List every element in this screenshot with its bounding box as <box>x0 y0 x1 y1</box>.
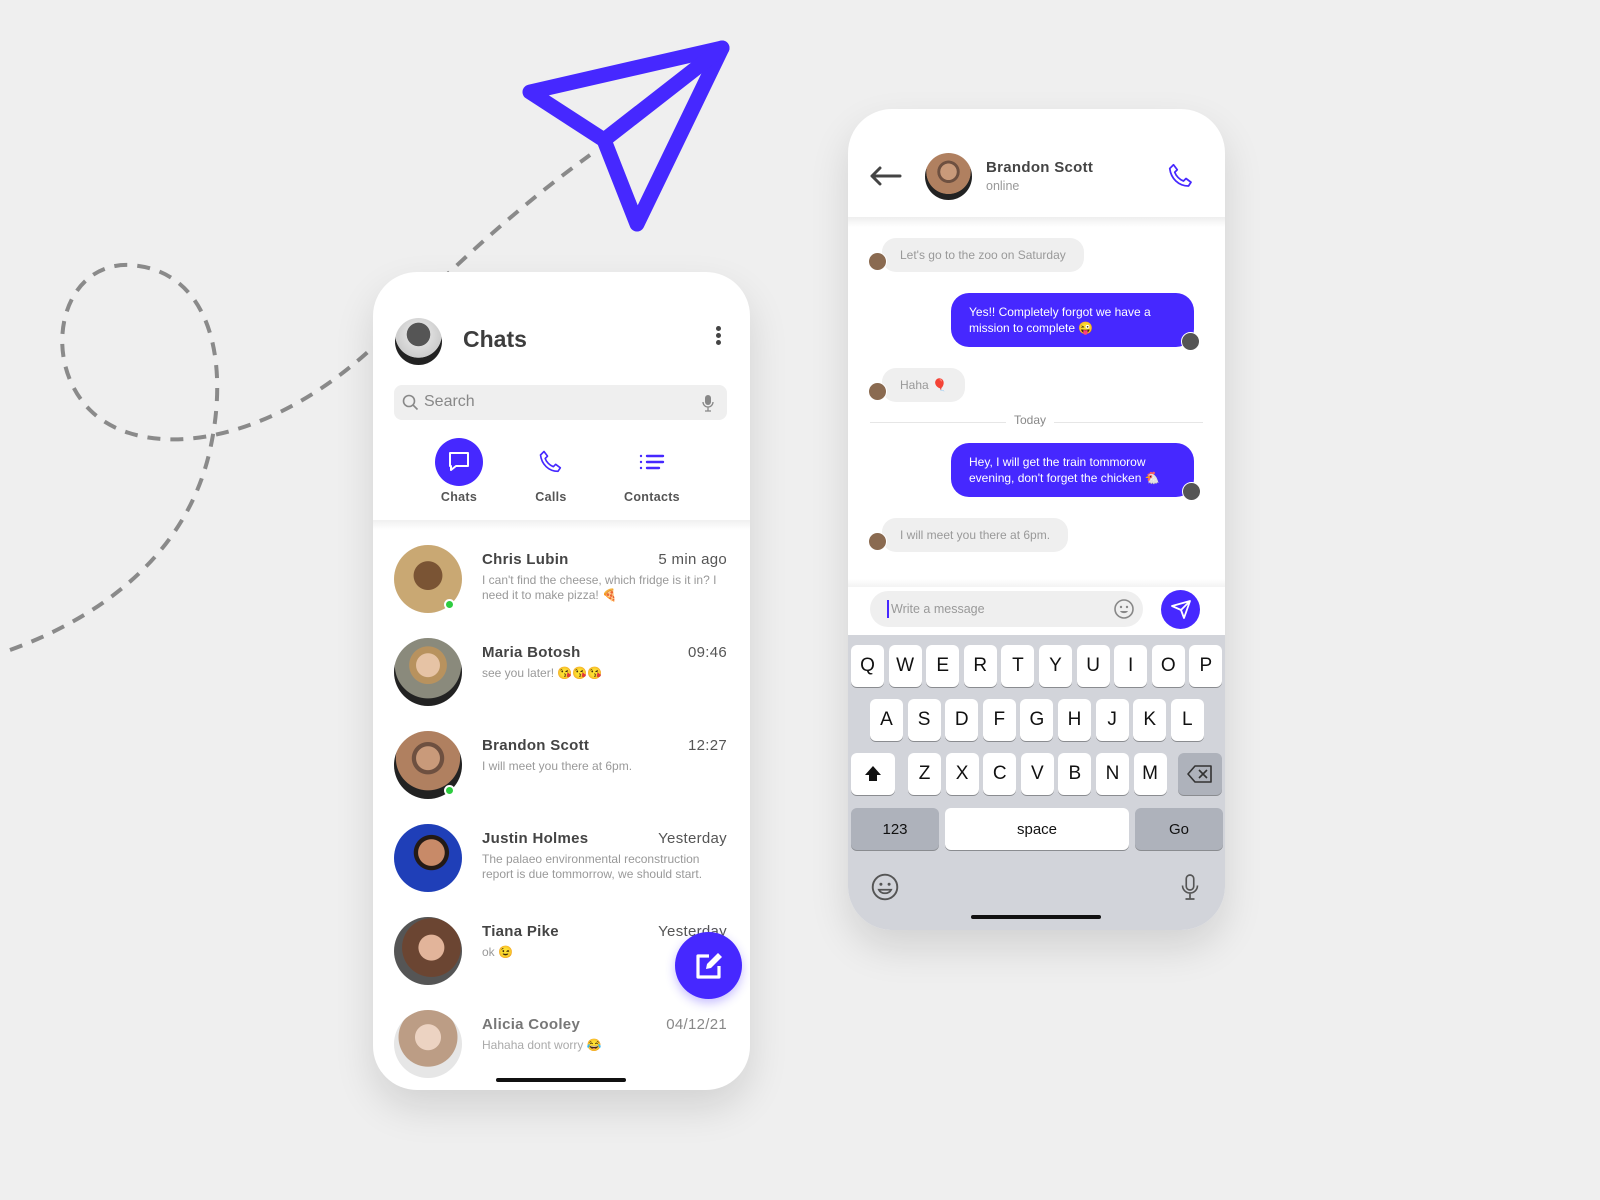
key-c[interactable]: C <box>983 753 1017 795</box>
key-a[interactable]: A <box>870 699 903 741</box>
contact-avatar <box>394 917 462 985</box>
key-e[interactable]: E <box>926 645 960 687</box>
date-divider-label: Today <box>1006 413 1055 427</box>
message-outgoing: Hey, I will get the train tommorow eveni… <box>951 443 1194 497</box>
header-divider <box>373 520 750 530</box>
key-x[interactable]: X <box>945 753 979 795</box>
backspace-icon <box>1187 765 1212 783</box>
key-q[interactable]: Q <box>851 645 884 687</box>
search-icon <box>402 394 419 411</box>
text-cursor <box>887 600 889 618</box>
page-title: Chats <box>463 326 527 352</box>
key-o[interactable]: O <box>1151 645 1185 687</box>
search-placeholder: Search <box>424 393 475 410</box>
keyboard: Q W E R T Y U I O P A S D F G H J K L Z X C V B N M 123 space Go <box>848 635 1225 930</box>
key-s[interactable]: S <box>907 699 941 741</box>
sender-avatar <box>1182 482 1201 501</box>
sender-avatar <box>868 382 887 401</box>
key-f[interactable]: F <box>982 699 1016 741</box>
dictation-microphone-icon[interactable] <box>1181 873 1199 906</box>
key-t[interactable]: T <box>1001 645 1035 687</box>
key-y[interactable]: Y <box>1039 645 1072 687</box>
sender-avatar <box>868 252 887 271</box>
key-b[interactable]: B <box>1058 753 1092 795</box>
search-input[interactable]: Search <box>394 385 727 420</box>
send-icon <box>1170 599 1191 619</box>
key-d[interactable]: D <box>945 699 979 741</box>
compose-button[interactable] <box>675 932 742 999</box>
message-input[interactable]: Write a message <box>870 591 1143 627</box>
contact-avatar <box>394 638 462 706</box>
key-u[interactable]: U <box>1076 645 1110 687</box>
numbers-key[interactable]: 123 <box>851 808 939 850</box>
composer-divider <box>848 579 1225 587</box>
chat-bubble-icon <box>435 438 483 486</box>
message-outgoing: Yes!! Completely forgot we have a missio… <box>951 293 1194 347</box>
key-j[interactable]: J <box>1095 699 1129 741</box>
key-k[interactable]: K <box>1133 699 1167 741</box>
conversation-item[interactable]: Brandon Scott 12:27 I will meet you ther… <box>373 731 750 823</box>
call-icon[interactable] <box>1166 161 1196 191</box>
home-indicator <box>496 1078 626 1082</box>
emoji-keyboard-icon[interactable] <box>870 872 900 907</box>
message-placeholder: Write a message <box>891 602 985 616</box>
user-avatar[interactable] <box>395 318 442 365</box>
online-indicator <box>444 785 455 796</box>
shift-key[interactable] <box>851 753 895 795</box>
message-incoming: I will meet you there at 6pm. <box>882 518 1069 552</box>
contact-avatar <box>925 153 972 200</box>
back-arrow-icon[interactable] <box>868 165 902 187</box>
conversation-item[interactable]: Chris Lubin 5 min ago I can't find the c… <box>373 545 750 637</box>
microphone-icon[interactable] <box>702 394 714 412</box>
backspace-key[interactable] <box>1178 753 1222 795</box>
home-indicator <box>971 915 1101 919</box>
key-z[interactable]: Z <box>908 753 941 795</box>
go-key[interactable]: Go <box>1135 808 1223 850</box>
conversation-item[interactable]: Maria Botosh 09:46 see you later! 😘😘😘 <box>373 638 750 730</box>
key-w[interactable]: W <box>888 645 922 687</box>
contact-name: Brandon Scott <box>986 159 1094 176</box>
space-key[interactable]: space <box>945 808 1129 850</box>
key-p[interactable]: P <box>1189 645 1223 687</box>
key-r[interactable]: R <box>963 645 997 687</box>
sender-avatar <box>1181 332 1200 351</box>
emoji-icon[interactable] <box>1113 598 1135 620</box>
chats-list-screen: Chats Search Chats Calls Contacts Chris … <box>373 272 750 1090</box>
paper-plane-icon <box>522 40 730 232</box>
shift-icon <box>865 766 881 781</box>
header-divider <box>848 217 1225 227</box>
edit-icon <box>695 952 722 979</box>
key-l[interactable]: L <box>1170 699 1204 741</box>
list-icon <box>628 438 676 486</box>
sender-avatar <box>868 532 887 551</box>
online-indicator <box>444 599 455 610</box>
contact-avatar <box>394 824 462 892</box>
key-g[interactable]: G <box>1020 699 1054 741</box>
conversation-item[interactable]: Justin Holmes Yesterday The palaeo envir… <box>373 824 750 916</box>
key-h[interactable]: H <box>1058 699 1091 741</box>
send-button[interactable] <box>1161 590 1200 629</box>
message-incoming: Haha 🎈 <box>882 368 965 402</box>
decorative-dashed-path <box>9 40 730 652</box>
contact-avatar <box>394 1010 462 1078</box>
more-options-icon[interactable] <box>711 324 725 350</box>
key-v[interactable]: V <box>1020 753 1054 795</box>
key-i[interactable]: I <box>1114 645 1148 687</box>
key-n[interactable]: N <box>1096 753 1129 795</box>
conversation-screen: Brandon Scott online Let's go to the zoo… <box>848 109 1225 930</box>
contact-status: online <box>986 179 1020 193</box>
message-incoming: Let's go to the zoo on Saturday <box>882 238 1084 272</box>
key-m[interactable]: M <box>1133 753 1167 795</box>
phone-icon <box>527 438 575 486</box>
